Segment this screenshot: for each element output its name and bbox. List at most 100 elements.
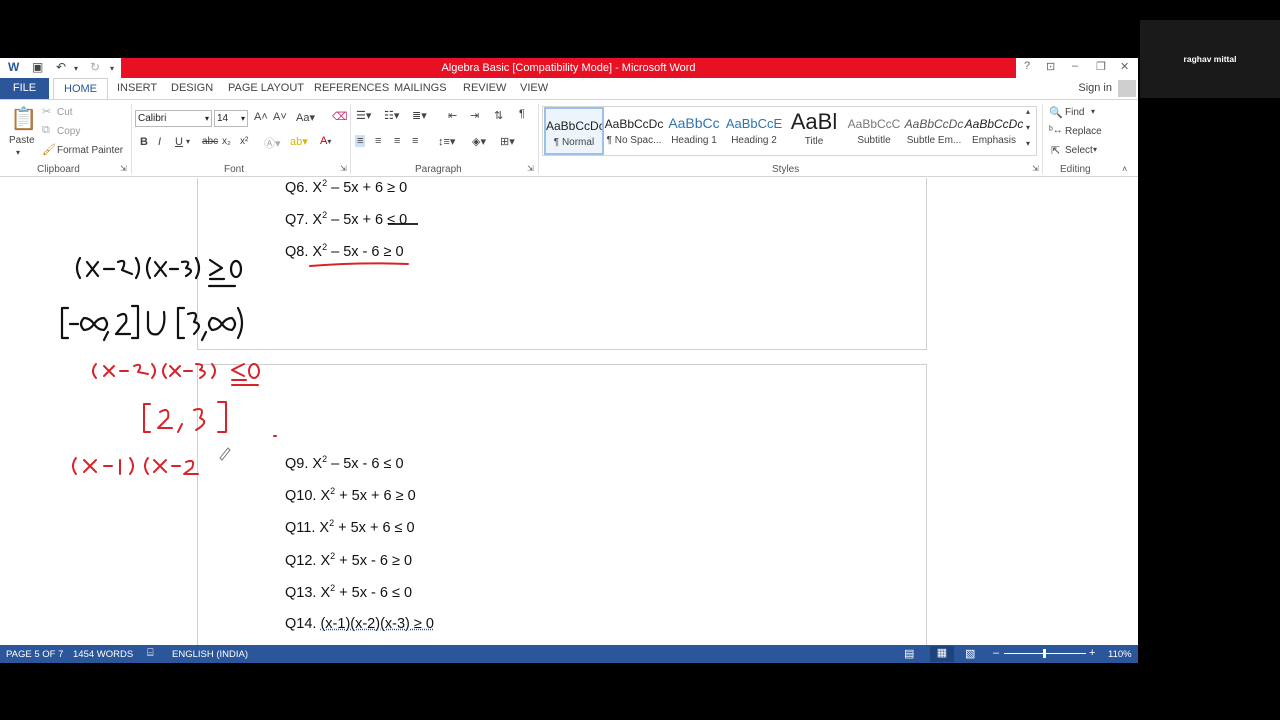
multilevel-list-icon[interactable]: ≣▾ [412, 109, 427, 122]
borders-icon[interactable]: ⊞▾ [500, 135, 515, 148]
tab-view[interactable]: VIEW [520, 78, 548, 99]
line-spacing-icon[interactable]: ↕≡▾ [438, 135, 455, 148]
font-launcher-icon[interactable]: ⇲ [340, 164, 347, 173]
group-divider [350, 104, 351, 174]
style-normal[interactable]: AaBbCcDc ¶ Normal [544, 107, 604, 155]
tab-insert[interactable]: INSERT [117, 78, 157, 99]
bold-icon[interactable]: B [140, 136, 148, 148]
ribbon-display-icon[interactable]: ⊡ [1046, 60, 1055, 73]
tab-references[interactable]: REFERENCES [314, 78, 389, 99]
style-title[interactable]: AaBl Title [784, 107, 844, 155]
ink-stroke [207, 316, 237, 332]
document-canvas[interactable]: Q6. X2 – 5x + 6 ≥ 0 Q7. X2 – 5x + 6 ≤ 0 … [0, 178, 1138, 645]
find-button[interactable]: Find [1065, 107, 1084, 118]
font-color-icon[interactable]: A▾ [320, 135, 331, 147]
undo-icon[interactable]: ↶ [56, 60, 66, 74]
bullets-icon[interactable]: ☰▾ [356, 109, 371, 122]
tab-review[interactable]: REVIEW [463, 78, 506, 99]
window-title: Algebra Basic [Compatibility Mode] - Mic… [121, 58, 1016, 78]
clear-formatting-icon[interactable]: ⌫ [332, 110, 348, 123]
style-heading-1[interactable]: AaBbCc Heading 1 [664, 107, 724, 155]
subscript-icon[interactable]: x₂ [222, 136, 231, 147]
text-effects-icon[interactable]: Ⓐ▾ [264, 135, 281, 151]
format-painter-button[interactable]: Format Painter [57, 145, 123, 156]
qat-customize-icon[interactable]: ▾ [110, 64, 114, 73]
replace-button[interactable]: Replace [1065, 126, 1102, 137]
underline-dropdown-icon[interactable]: ▾ [186, 137, 190, 146]
zoom-slider-handle[interactable] [1043, 649, 1046, 658]
strikethrough-icon[interactable]: abc [202, 136, 218, 147]
title-bar: W ▣ ↶ ▾ ↻ ▾ Algebra Basic [Compatibility… [0, 58, 1138, 78]
underline-icon[interactable]: U [175, 136, 183, 148]
shrink-font-icon[interactable]: A˅ [273, 111, 287, 123]
decrease-indent-icon[interactable]: ⇤ [448, 109, 457, 122]
cut-button[interactable]: Cut [57, 107, 73, 118]
grow-font-icon[interactable]: A˄ [254, 111, 268, 123]
styles-scroll-down-icon[interactable]: ▾ [1026, 123, 1030, 132]
read-mode-icon[interactable]: ▤ [904, 647, 914, 660]
zoom-in-icon[interactable]: + [1089, 647, 1095, 659]
undo-dropdown-icon[interactable]: ▾ [74, 64, 78, 73]
redo-icon[interactable]: ↻ [90, 60, 100, 74]
change-case-icon[interactable]: Aa▾ [296, 111, 315, 124]
paste-button[interactable]: Paste [9, 135, 35, 146]
tab-mailings[interactable]: MAILINGS [394, 78, 447, 99]
select-button[interactable]: Select [1065, 145, 1093, 156]
highlight-icon[interactable]: ab▾ [290, 135, 308, 148]
styles-launcher-icon[interactable]: ⇲ [1032, 164, 1039, 173]
help-icon[interactable]: ? [1024, 60, 1030, 72]
tab-file[interactable]: FILE [0, 78, 49, 99]
show-marks-icon[interactable]: ¶ [519, 108, 525, 120]
language-indicator[interactable]: ENGLISH (INDIA) [172, 649, 248, 660]
copy-button[interactable]: Copy [57, 126, 80, 137]
paste-icon[interactable]: 📋 [10, 106, 37, 132]
web-layout-icon[interactable]: ▧ [965, 647, 975, 660]
clipboard-launcher-icon[interactable]: ⇲ [120, 164, 127, 173]
restore-icon[interactable]: ❐ [1096, 60, 1106, 73]
font-size-combo[interactable]: 14 ▾ [214, 110, 248, 127]
style-no-spacing[interactable]: AaBbCcDc ¶ No Spac... [604, 107, 664, 155]
account-avatar[interactable] [1118, 80, 1136, 97]
shading-icon[interactable]: ◈▾ [472, 135, 486, 148]
tab-design[interactable]: DESIGN [171, 78, 213, 99]
minimize-icon[interactable]: – [1072, 60, 1078, 72]
increase-indent-icon[interactable]: ⇥ [470, 109, 479, 122]
zoom-out-icon[interactable]: – [993, 647, 999, 659]
numbering-icon[interactable]: ☷▾ [384, 109, 399, 122]
sort-icon[interactable]: ⇅ [494, 109, 503, 122]
superscript-icon[interactable]: x² [240, 136, 248, 147]
close-icon[interactable]: ✕ [1120, 60, 1129, 73]
style-sample: AaBl [790, 109, 838, 134]
paragraph-launcher-icon[interactable]: ⇲ [527, 164, 534, 173]
font-name-combo[interactable]: Calibri ▾ [135, 110, 212, 127]
style-subtitle[interactable]: AaBbCcC Subtitle [844, 107, 904, 155]
collapse-ribbon-icon[interactable]: ˄ [1122, 164, 1127, 174]
tab-page-layout[interactable]: PAGE LAYOUT [228, 78, 304, 99]
style-heading-2[interactable]: AaBbCcE Heading 2 [724, 107, 784, 155]
styles-more-icon[interactable]: ▾ [1026, 139, 1030, 148]
paste-dropdown-icon[interactable]: ▾ [16, 148, 20, 157]
align-left-icon[interactable]: ≡ [355, 135, 366, 147]
word-count[interactable]: 1454 WORDS [73, 649, 133, 660]
style-emphasis[interactable]: AaBbCcDc Emphasis [964, 107, 1024, 155]
style-name: Subtle Em... [906, 135, 962, 146]
align-center-icon[interactable]: ≡ [375, 135, 381, 147]
proofing-icon[interactable]: ⌸ [147, 647, 154, 660]
style-subtle-emphasis[interactable]: AaBbCcDc Subtle Em... [904, 107, 964, 155]
select-dropdown-icon[interactable]: ▾ [1093, 145, 1097, 154]
ink-stroke [129, 457, 134, 475]
zoom-level[interactable]: 110% [1108, 649, 1132, 660]
status-bar: PAGE 5 OF 7 1454 WORDS ⌸ ENGLISH (INDIA)… [0, 645, 1138, 663]
page-count[interactable]: PAGE 5 OF 7 [6, 649, 63, 660]
save-icon[interactable]: ▣ [32, 60, 43, 74]
sign-in-link[interactable]: Sign in [1078, 82, 1112, 94]
ink-stroke [236, 306, 244, 340]
tab-home[interactable]: HOME [53, 78, 108, 99]
style-sample: AaBbCcDc [964, 117, 1024, 131]
justify-icon[interactable]: ≡ [412, 135, 418, 147]
styles-scroll-up-icon[interactable]: ▴ [1026, 107, 1030, 116]
print-layout-icon[interactable]: ▦ [930, 646, 954, 662]
italic-icon[interactable]: I [158, 136, 161, 148]
find-dropdown-icon[interactable]: ▾ [1091, 107, 1095, 116]
align-right-icon[interactable]: ≡ [394, 135, 400, 147]
